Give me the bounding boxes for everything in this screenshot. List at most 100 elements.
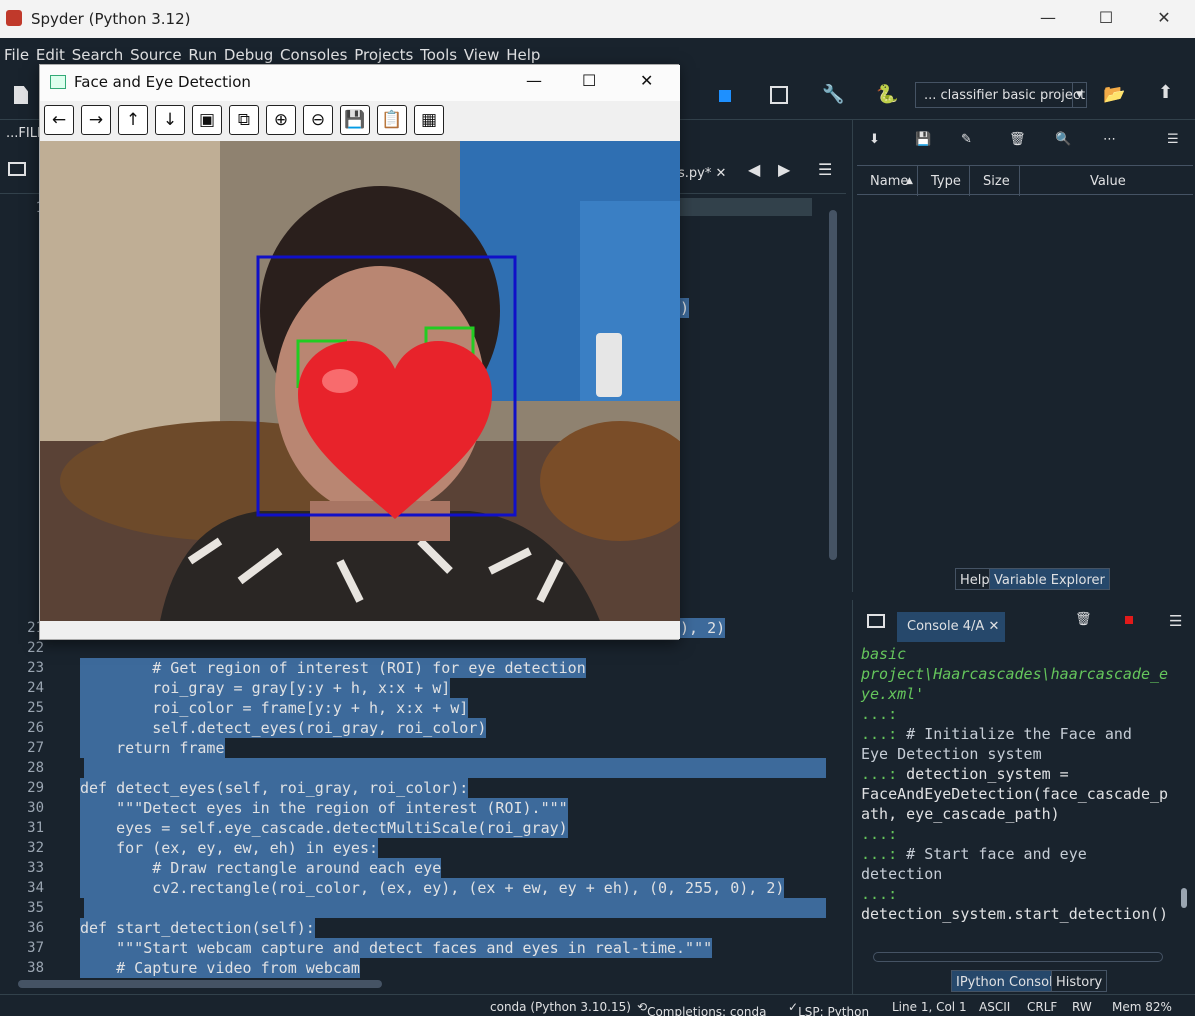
close-icon[interactable]: ✕ [988,619,999,634]
menu-tools[interactable]: Tools [420,38,457,64]
col-size[interactable]: Size [983,174,1010,189]
file-tab-label: s.py* [678,166,712,181]
stop-icon[interactable] [719,90,731,102]
trash-icon[interactable]: 🗑 [1075,612,1092,627]
webcam-scene [40,141,680,621]
console-output[interactable]: basic project\Haarcascades\haarcascade_e… [861,644,1181,960]
editor-hscrollbar[interactable] [0,978,846,994]
file-tab[interactable]: s.py* ✕ [678,166,726,181]
save-data-icon[interactable]: 💾 [915,132,931,147]
save-as-icon[interactable]: ✎ [961,132,972,147]
scroll-thumb[interactable] [829,210,837,560]
menu-source[interactable]: Source [130,38,182,64]
console-line: ath, eye_cascade_path) [861,805,1060,823]
close-icon[interactable]: ✕ [716,166,727,181]
code-line: def start_detection(self): [80,918,315,938]
tab-variable-explorer[interactable]: Variable Explorer [989,568,1110,590]
status-position: Line 1, Col 1 [892,1000,967,1014]
code-line: # Draw rectangle around each eye [80,858,442,878]
menu-edit[interactable]: Edit [36,38,65,64]
console-hscrollbar[interactable] [873,952,1163,962]
line-number: 24 [27,680,44,696]
window-title: Spyder (Python 3.12) [31,10,191,28]
image-icon[interactable]: ▣ [192,105,222,135]
arrow-left-icon[interactable]: ← [44,105,74,135]
col-name[interactable]: Name [870,174,908,189]
menu-consoles[interactable]: Consoles [280,38,347,64]
code-line [84,758,826,778]
console-tab-label: Console 4/A [907,619,985,634]
arrow-up-icon[interactable]: ↑ [118,105,148,135]
browse-tabs-icon[interactable] [8,162,26,176]
status-lsp[interactable]: ✓ LSP: Python [788,1000,869,1016]
wrench-icon[interactable]: 🔧 [822,84,844,105]
arrow-up-icon[interactable]: ⬆ [1158,82,1173,103]
image-window-title: Face and Eye Detection [74,73,251,91]
hamburger-menu-icon[interactable]: ☰ [1169,612,1182,630]
maximize-button[interactable]: ☐ [1091,8,1121,27]
minimize-button[interactable]: — [1033,8,1063,27]
search-icon[interactable]: 🔍 [1055,132,1071,147]
code-line: def detect_eyes(self, roi_gray, roi_colo… [80,778,469,798]
menu-search[interactable]: Search [72,38,124,64]
tab-ipython-console[interactable]: IPython Console [951,970,1066,992]
line-number: 29 [27,780,44,796]
menu-file[interactable]: File [4,38,29,64]
properties-icon[interactable]: ▦ [414,105,444,135]
menu-projects[interactable]: Projects [354,38,413,64]
maximize-pane-icon[interactable] [770,86,788,104]
code-line: self.detect_eyes(roi_gray, roi_color) [80,718,487,738]
menu-help[interactable]: Help [506,38,540,64]
next-tab-icon[interactable]: ▶ [778,160,790,179]
scroll-thumb[interactable] [18,980,382,988]
menu-view[interactable]: View [464,38,500,64]
trash-icon[interactable]: 🗑 [1009,132,1026,147]
hamburger-menu-icon[interactable]: ☰ [818,160,832,179]
status-env[interactable]: conda (Python 3.10.15) [490,1000,631,1014]
console-line: project\Haarcascades\haarcascade_e [861,665,1169,683]
console-vscrollbar[interactable] [1179,648,1189,948]
project-select[interactable]: ... classifier basic project ▼ [915,82,1087,108]
tab-history[interactable]: History [1051,970,1108,992]
hamburger-menu-icon[interactable]: ☰ [1167,132,1179,147]
editor-vscrollbar[interactable] [826,194,840,978]
line-number: 30 [27,800,44,816]
sort-up-icon: ▲ [906,176,913,186]
zoom-in-icon[interactable]: ⊕ [266,105,296,135]
save-icon[interactable]: 💾 [340,105,370,135]
browse-tabs-icon[interactable] [867,614,885,628]
close-button[interactable]: ✕ [1149,8,1179,27]
image-minimize-button[interactable]: — [526,71,542,90]
arrow-down-icon[interactable]: ↓ [155,105,185,135]
menu-run[interactable]: Run [188,38,217,64]
tab-console[interactable]: Console 4/A ✕ [897,612,1005,642]
console-line: ye.xml' [861,685,925,703]
image-maximize-button[interactable]: ☐ [582,71,596,90]
code-line: # Capture video from webcam [80,958,360,978]
menu-debug[interactable]: Debug [224,38,273,64]
code-line: """Start webcam capture and detect faces… [80,938,713,958]
col-type[interactable]: Type [931,174,961,189]
console-pane: Console 4/A ✕ 🗑 ☰ basic project\Haarcasc… [852,600,1195,994]
arrow-right-icon[interactable]: → [81,105,111,135]
code-line: # Get region of interest (ROI) for eye d… [80,658,586,678]
import-data-icon[interactable]: ⬇ [869,132,880,147]
more-icon[interactable]: ⋯ [1103,132,1116,147]
clipboard-icon[interactable]: 📋 [377,105,407,135]
python-icon[interactable]: 🐍 [876,84,898,105]
col-value[interactable]: Value [1090,174,1126,189]
stop-icon[interactable] [1125,616,1133,624]
chevron-down-icon: ▼ [1072,83,1086,107]
face-eye-detection-window: Face and Eye Detection — ☐ ✕ ← → ↑ ↓ ▣ ⧉… [39,64,680,640]
new-file-icon[interactable] [14,86,28,104]
status-completions[interactable]: ⟲ Completions: conda [637,1000,766,1016]
folder-icon[interactable]: 📂 [1103,84,1125,105]
prev-tab-icon[interactable]: ◀ [748,160,760,179]
code-line: for (ex, ey, ew, eh) in eyes: [80,838,379,858]
image-close-button[interactable]: ✕ [640,71,653,90]
spyder-logo-icon [6,10,22,26]
image-zoom-icon[interactable]: ⧉ [229,105,259,135]
image-status [40,621,680,639]
zoom-out-icon[interactable]: ⊖ [303,105,333,135]
status-memory: Mem 82% [1112,1000,1172,1014]
